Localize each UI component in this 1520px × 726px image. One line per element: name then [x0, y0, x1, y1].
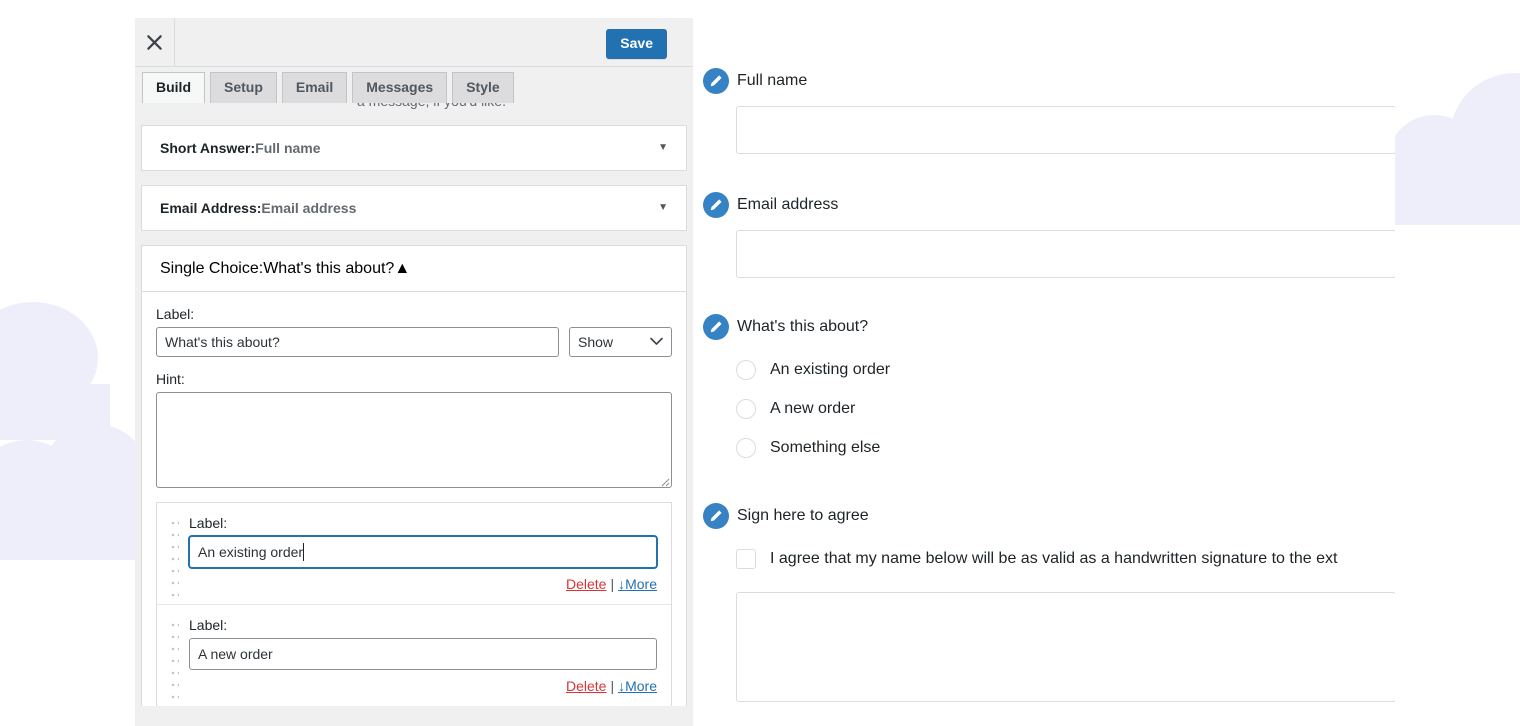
tab-setup[interactable]: Setup: [210, 71, 277, 103]
builder-tabs: Build Setup Email Messages Style: [135, 67, 693, 103]
preview-radio-option[interactable]: A new order: [736, 389, 1395, 428]
field-row-email-address[interactable]: Email Address : Email address ▼: [141, 185, 687, 231]
cloud-decoration: [0, 290, 110, 440]
field-name-label: Email address: [261, 200, 357, 216]
preview-radio-option[interactable]: An existing order: [736, 350, 1395, 389]
builder-toolbar: Save: [135, 18, 693, 67]
tab-email[interactable]: Email: [281, 71, 348, 103]
preview-field-signature: Sign here to agree I agree that my name …: [693, 503, 1395, 702]
delete-choice-link[interactable]: Delete: [566, 678, 606, 694]
form-preview-content: Full name Email address What's this abou…: [693, 18, 1395, 702]
hint-caption: Hint:: [156, 371, 185, 387]
choice-fields: Label: Delete|↓More: [189, 617, 657, 706]
pencil-edit-icon[interactable]: [703, 314, 729, 340]
preview-field-header: Sign here to agree: [693, 503, 1395, 529]
tab-build[interactable]: Build: [142, 71, 205, 103]
choice-label-caption: Label:: [189, 617, 228, 633]
preview-option-label: A new order: [770, 399, 856, 417]
field-row-short-answer[interactable]: Short Answer : Full name ▼: [141, 125, 687, 171]
choices-list: Label: Delete|↓More: [156, 502, 672, 706]
preview-option-label: An existing order: [770, 360, 891, 378]
field-row-single-choice-header[interactable]: Single Choice : What's this about? ▲: [142, 246, 686, 292]
tab-style[interactable]: Style: [452, 71, 514, 103]
field-type-label: Short Answer: [160, 140, 251, 156]
pencil-edit-icon[interactable]: [703, 192, 729, 218]
chevron-down-icon[interactable]: ▼: [658, 203, 668, 213]
preview-field-label: Sign here to agree: [737, 507, 869, 524]
drag-handle-icon[interactable]: [157, 515, 189, 604]
field-name-label: Full name: [255, 140, 321, 156]
choice-actions: Delete | ↓More: [189, 576, 657, 592]
preview-text-input[interactable]: [736, 106, 1395, 154]
preview-option-label: Something else: [770, 438, 881, 456]
scrolled-content-text: a message, if you'd like.: [357, 103, 506, 109]
field-name-label: What's this about?: [263, 259, 395, 277]
label-input-row: Show: [156, 327, 672, 357]
field-settings-body: Label: Show: [142, 292, 686, 706]
tab-messages[interactable]: Messages: [352, 71, 448, 103]
preview-consent-group: I agree that my name below will be as va…: [736, 539, 1395, 578]
drag-handle-icon[interactable]: [157, 617, 189, 706]
preview-text-input[interactable]: [736, 230, 1395, 278]
form-preview-panel: Full name Email address What's this abou…: [693, 18, 1395, 726]
text-cursor: [303, 543, 305, 561]
more-options-link[interactable]: ↓More: [618, 576, 657, 592]
scrolled-content-sliver: a message, if you'd like.: [135, 103, 693, 125]
radio-icon[interactable]: [736, 359, 756, 380]
choice-actions: Delete | ↓More: [189, 678, 657, 694]
preview-field-email-address: Email address: [693, 192, 1395, 278]
more-options-link[interactable]: ↓More: [618, 678, 657, 694]
preview-field-label: Email address: [737, 196, 839, 213]
preview-consent-checkbox-row[interactable]: I agree that my name below will be as va…: [736, 539, 1395, 578]
label-visibility-select[interactable]: Show: [569, 327, 672, 357]
chevron-up-icon[interactable]: ▲: [394, 260, 410, 278]
field-type-label: Email Address: [160, 200, 257, 216]
choice-item: Label: Delete|↓More: [157, 604, 671, 706]
label-caption: Label:: [156, 306, 195, 322]
pencil-edit-icon[interactable]: [703, 503, 729, 529]
preview-radio-option[interactable]: Something else: [736, 428, 1395, 467]
label-visibility-value[interactable]: Show: [569, 327, 672, 357]
field-type-label: Single Choice: [160, 259, 259, 277]
save-button[interactable]: Save: [606, 29, 667, 59]
delete-choice-link[interactable]: Delete: [566, 576, 606, 592]
preview-field-label: Full name: [737, 72, 808, 89]
builder-field-list: Short Answer : Full name ▼ Email Address…: [135, 125, 693, 726]
cloud-decoration: [1388, 73, 1520, 225]
choice-item: Label: Delete|↓More: [157, 503, 671, 604]
close-icon[interactable]: [135, 18, 175, 67]
preview-field-single-choice: What's this about? An existing order A n…: [693, 314, 1395, 467]
app-root: Full name Email address What's this abou…: [0, 0, 1520, 726]
preview-field-header: What's this about?: [693, 314, 1395, 340]
preview-field-header: Email address: [693, 192, 1395, 218]
field-hint-textarea[interactable]: [156, 392, 672, 488]
preview-field-full-name: Full name: [693, 18, 1395, 154]
more-options-label: More: [625, 678, 657, 694]
preview-field-header: Full name: [693, 68, 1395, 94]
field-row-single-choice-expanded: Single Choice : What's this about? ▲ Lab…: [141, 245, 687, 706]
preview-radio-group: An existing order A new order Something …: [736, 350, 1395, 467]
pencil-edit-icon[interactable]: [703, 68, 729, 94]
action-separator: |: [610, 678, 615, 694]
choice-fields: Label: Delete|↓More: [189, 515, 657, 604]
action-separator: |: [610, 576, 615, 592]
cloud-decoration: [0, 424, 150, 560]
more-options-label: More: [625, 576, 657, 592]
checkbox-icon[interactable]: [736, 548, 756, 569]
preview-signature-input[interactable]: [736, 592, 1395, 702]
field-label-input[interactable]: [156, 327, 559, 357]
radio-icon[interactable]: [736, 437, 756, 458]
preview-consent-text: I agree that my name below will be as va…: [770, 549, 1338, 567]
choice-label-caption: Label:: [189, 515, 228, 531]
preview-field-label: What's this about?: [737, 318, 869, 335]
form-builder-panel: Save Build Setup Email Messages Style a …: [135, 18, 693, 726]
radio-icon[interactable]: [736, 398, 756, 419]
chevron-down-icon[interactable]: ▼: [658, 143, 668, 153]
hint-block: Hint:: [156, 371, 672, 488]
choice-label-input[interactable]: [189, 638, 657, 670]
choice-label-input[interactable]: [189, 536, 657, 568]
